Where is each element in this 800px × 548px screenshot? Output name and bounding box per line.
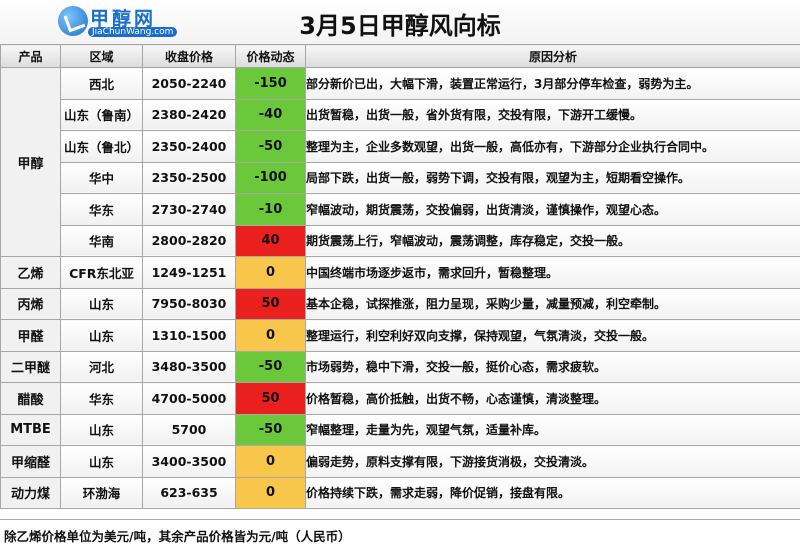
region-cell: 华东 <box>61 194 143 226</box>
change-cell: -100 <box>236 162 306 194</box>
product-cell: 乙烯 <box>1 257 61 289</box>
change-cell: 0 <box>236 477 306 509</box>
reason-cell: 价格暂稳，高价抵触，出货不畅，心态谨慎，清淡整理。 <box>306 383 800 415</box>
region-cell: 河北 <box>61 351 143 383</box>
price-cell: 4700-5000 <box>143 383 236 415</box>
page-frame: 甲醇网 JiaChunWang.com 3月5日甲醇风向标 产品 区域 收盘价格… <box>0 0 800 547</box>
price-cell: 3400-3500 <box>143 446 236 478</box>
product-cell: 甲醇 <box>1 68 61 257</box>
table-row: 甲缩醛 山东 3400-3500 0 偏弱走势，原料支撑有限，下游接货消极，交投… <box>1 446 800 478</box>
product-cell: 甲醛 <box>1 320 61 352</box>
reason-cell: 局部下跌，出货一般，弱势下调，交投有限，观望为主，短期看空操作。 <box>306 162 800 194</box>
change-cell: -50 <box>236 351 306 383</box>
footer: 除乙烯价格单位为美元/吨，其余产品价格皆为元/吨（人民币） <box>0 519 800 548</box>
reason-cell: 窄幅整理，走量为先，观望气氛，适量补库。 <box>306 414 800 446</box>
product-cell: 动力煤 <box>1 477 61 509</box>
site-logo[interactable]: 甲醇网 JiaChunWang.com <box>58 4 178 40</box>
region-cell: 山东 <box>61 288 143 320</box>
logo-url: JiaChunWang.com <box>88 27 177 37</box>
region-cell: 西北 <box>61 68 143 100</box>
change-cell: 0 <box>236 257 306 289</box>
change-cell: -10 <box>236 194 306 226</box>
table-row: 华南 2800-2820 40 期货震荡上行，窄幅波动，震荡调整，库存稳定，交投… <box>1 225 800 257</box>
reason-cell: 偏弱走势，原料支撑有限，下游接货消极，交投清淡。 <box>306 446 800 478</box>
region-cell: 山东 <box>61 446 143 478</box>
region-cell: 山东 <box>61 414 143 446</box>
change-cell: -40 <box>236 99 306 131</box>
reason-cell: 市场弱势，稳中下滑，交投一般，挺价心态，需求疲软。 <box>306 351 800 383</box>
region-cell: 山东（鲁北） <box>61 131 143 163</box>
price-cell: 623-635 <box>143 477 236 509</box>
change-cell: 50 <box>236 288 306 320</box>
change-cell: 0 <box>236 446 306 478</box>
reason-cell: 价格持续下跌，需求走弱，降价促销，接盘有限。 <box>306 477 800 509</box>
reason-cell: 部分新价已出，大幅下滑，装置正常运行，3月部分停车检查，弱势为主。 <box>306 68 800 100</box>
product-cell: MTBE <box>1 414 61 446</box>
region-cell: 环渤海 <box>61 477 143 509</box>
table-row: 乙烯 CFR东北亚 1249-1251 0 中国终端市场逐步返市，需求回升，暂稳… <box>1 257 800 289</box>
product-cell: 二甲醚 <box>1 351 61 383</box>
price-cell: 2350-2400 <box>143 131 236 163</box>
price-cell: 5700 <box>143 414 236 446</box>
reason-cell: 整理为主，企业多数观望，出货一般，高低亦有，下游部分企业执行合同中。 <box>306 131 800 163</box>
table-row: 华东 2730-2740 -10 窄幅波动，期货震荡，交投偏弱，出货清淡，谨慎操… <box>1 194 800 226</box>
column-header-price: 收盘价格 <box>143 45 236 68</box>
table-row: 醋酸 华东 4700-5000 50 价格暂稳，高价抵触，出货不畅，心态谨慎，清… <box>1 383 800 415</box>
price-cell: 7950-8030 <box>143 288 236 320</box>
table-row: 山东（鲁北） 2350-2400 -50 整理为主，企业多数观望，出货一般，高低… <box>1 131 800 163</box>
change-cell: 50 <box>236 383 306 415</box>
change-cell: 0 <box>236 320 306 352</box>
region-cell: 华南 <box>61 225 143 257</box>
table-row: 动力煤 环渤海 623-635 0 价格持续下跌，需求走弱，降价促销，接盘有限。 <box>1 477 800 509</box>
change-cell: -50 <box>236 414 306 446</box>
table-row: 二甲醚 河北 3480-3500 -50 市场弱势，稳中下滑，交投一般，挺价心态… <box>1 351 800 383</box>
product-cell: 丙烯 <box>1 288 61 320</box>
change-cell: 40 <box>236 225 306 257</box>
column-header-product: 产品 <box>1 45 61 68</box>
product-cell: 醋酸 <box>1 383 61 415</box>
title-bar: 甲醇网 JiaChunWang.com 3月5日甲醇风向标 <box>0 0 800 45</box>
table-row: 山东（鲁南） 2380-2420 -40 出货暂稳，出货一般，省外货有限，交投有… <box>1 99 800 131</box>
column-header-reason: 原因分析 <box>306 45 800 68</box>
price-cell: 2800-2820 <box>143 225 236 257</box>
reason-cell: 整理运行，利空利好双向支撑，保持观望，气氛清淡，交投一般。 <box>306 320 800 352</box>
table-header-row: 产品 区域 收盘价格 价格动态 原因分析 <box>1 45 800 68</box>
price-cell: 2350-2500 <box>143 162 236 194</box>
price-table: 产品 区域 收盘价格 价格动态 原因分析 甲醇 西北 2050-2240 -15… <box>0 44 800 509</box>
price-cell: 1310-1500 <box>143 320 236 352</box>
table-row: 丙烯 山东 7950-8030 50 基本企稳，试探推涨，阻力呈现，采购少量，减… <box>1 288 800 320</box>
price-cell: 2380-2420 <box>143 99 236 131</box>
region-cell: 华中 <box>61 162 143 194</box>
price-cell: 2730-2740 <box>143 194 236 226</box>
reason-cell: 基本企稳，试探推涨，阻力呈现，采购少量，减量预减，利空牵制。 <box>306 288 800 320</box>
region-cell: 华东 <box>61 383 143 415</box>
reason-cell: 期货震荡上行，窄幅波动，震荡调整，库存稳定，交投一般。 <box>306 225 800 257</box>
reason-cell: 窄幅波动，期货震荡，交投偏弱，出货清淡，谨慎操作，观望心态。 <box>306 194 800 226</box>
page-title: 3月5日甲醇风向标 <box>240 6 560 41</box>
reason-cell: 中国终端市场逐步返市，需求回升，暂稳整理。 <box>306 257 800 289</box>
region-cell: 山东（鲁南） <box>61 99 143 131</box>
change-cell: -50 <box>236 131 306 163</box>
column-header-change: 价格动态 <box>236 45 306 68</box>
logo-icon <box>58 6 88 36</box>
column-header-region: 区域 <box>61 45 143 68</box>
footer-note: 除乙烯价格单位为美元/吨，其余产品价格皆为元/吨（人民币） <box>4 526 351 545</box>
table-row: 甲醇 西北 2050-2240 -150 部分新价已出，大幅下滑，装置正常运行，… <box>1 68 800 100</box>
product-cell: 甲缩醛 <box>1 446 61 478</box>
price-cell: 3480-3500 <box>143 351 236 383</box>
change-cell: -150 <box>236 68 306 100</box>
region-cell: 山东 <box>61 320 143 352</box>
table-row: 甲醛 山东 1310-1500 0 整理运行，利空利好双向支撑，保持观望，气氛清… <box>1 320 800 352</box>
table-row: MTBE 山东 5700 -50 窄幅整理，走量为先，观望气氛，适量补库。 <box>1 414 800 446</box>
region-cell: CFR东北亚 <box>61 257 143 289</box>
reason-cell: 出货暂稳，出货一般，省外货有限，交投有限，下游开工缓慢。 <box>306 99 800 131</box>
table-row: 华中 2350-2500 -100 局部下跌，出货一般，弱势下调，交投有限，观望… <box>1 162 800 194</box>
price-cell: 1249-1251 <box>143 257 236 289</box>
price-cell: 2050-2240 <box>143 68 236 100</box>
